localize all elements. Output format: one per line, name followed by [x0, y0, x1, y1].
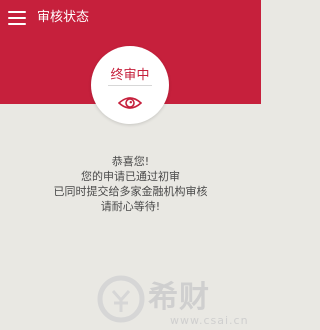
- status-message: 恭喜您! 您的申请已通过初审 已同时提交给多家金融机构审核 请耐心等待!: [0, 154, 261, 214]
- watermark-logo-icon: [97, 275, 145, 323]
- message-line: 已同时提交给多家金融机构审核: [53, 185, 208, 198]
- message-line: 您的申请已通过初审: [81, 170, 180, 183]
- watermark-url: www.csai.cn: [170, 314, 249, 327]
- eye-icon: [118, 97, 142, 109]
- status-label: 终审中: [110, 68, 150, 83]
- status-divider: [108, 85, 152, 86]
- watermark-brand: 希财: [148, 280, 210, 315]
- status-card: 终审中: [91, 46, 169, 124]
- top-bar: 审核状态: [0, 0, 261, 36]
- message-line: 请耐心等待!: [100, 200, 161, 213]
- hamburger-menu-icon[interactable]: [6, 6, 30, 30]
- page-title: 审核状态: [37, 10, 90, 25]
- message-line: 恭喜您!: [111, 155, 150, 168]
